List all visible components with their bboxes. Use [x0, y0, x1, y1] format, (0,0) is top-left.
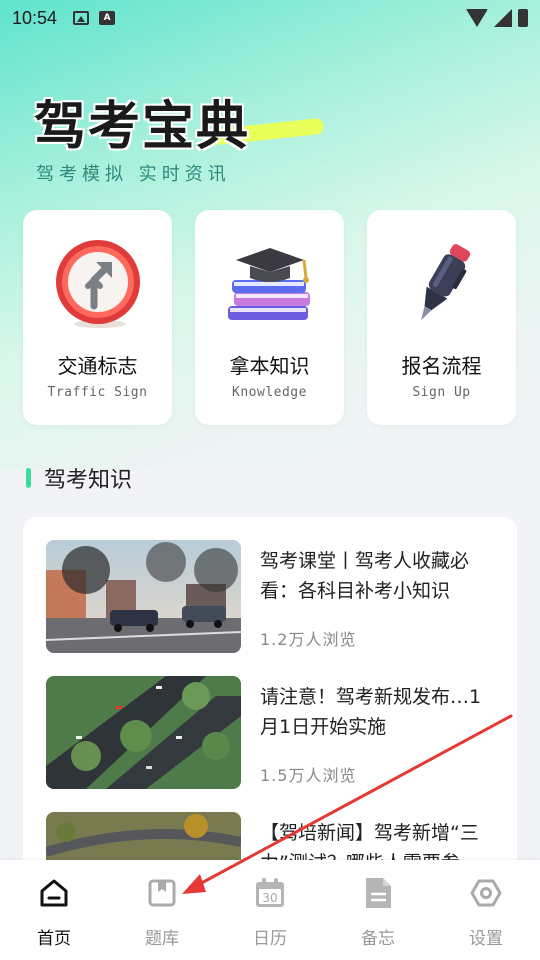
card-traffic-sign[interactable]: 交通标志 Traffic Sign	[23, 210, 172, 425]
street-cars-photo	[46, 540, 241, 653]
nav-memo[interactable]: 备忘	[324, 860, 432, 960]
card-title: 报名流程	[401, 354, 482, 378]
card-title: 拿本知识	[229, 354, 310, 378]
app-title: 驾考宝典	[34, 97, 251, 157]
app-subtitle: 驾考模拟 实时资讯	[36, 164, 231, 185]
section-header: 驾考知识	[26, 462, 132, 494]
wifi-icon	[466, 9, 488, 27]
hero-title-block: 驾考宝典	[34, 84, 325, 159]
card-title: 交通标志	[57, 354, 138, 378]
settings-icon	[469, 876, 503, 910]
news-views: 1.2万人浏览	[260, 630, 357, 649]
news-views: 1.5万人浏览	[260, 766, 357, 785]
status-time: 10:54	[12, 7, 58, 28]
traffic-sign-icon	[48, 234, 148, 334]
card-knowledge[interactable]: 拿本知识 Knowledge	[195, 210, 344, 425]
section-title: 驾考知识	[44, 468, 133, 493]
nav-label: 设置	[469, 929, 503, 949]
nav-settings[interactable]: 设置	[432, 860, 540, 960]
status-bar: 10:54 A	[0, 0, 540, 36]
calendar-icon: 30	[253, 876, 287, 910]
card-subtitle: Sign Up	[412, 385, 471, 400]
nav-label: 日历	[253, 929, 287, 949]
books-graduation-cap-icon	[220, 234, 320, 334]
home-icon	[37, 876, 71, 910]
news-title: 请注意！驾考新规发布…1月1日开始实施	[260, 686, 482, 738]
bottom-navigation: 首页 题库 30 日历 备忘 设置	[0, 860, 540, 960]
feature-cards: 交通标志 Traffic Sign 拿本知识 Knowledge 报名流程 Si…	[23, 210, 516, 425]
card-sign-up[interactable]: 报名流程 Sign Up	[367, 210, 516, 425]
nav-label: 备忘	[361, 929, 395, 949]
book-icon	[145, 876, 179, 910]
section-accent-bar	[26, 468, 31, 488]
calendar-day: 30	[262, 891, 277, 905]
nav-label: 题库	[145, 929, 179, 949]
signal-icon	[494, 9, 512, 27]
battery-icon	[518, 9, 528, 27]
card-subtitle: Traffic Sign	[47, 385, 148, 400]
nav-label: 首页	[37, 929, 71, 949]
nav-question-bank[interactable]: 题库	[108, 860, 216, 960]
news-list: 驾考课堂丨驾考人收藏必看：各科目补考小知识 1.2万人浏览 请注意！驾考新规发布…	[23, 517, 517, 877]
nav-calendar[interactable]: 30 日历	[216, 860, 324, 960]
highway-aerial-photo	[46, 676, 241, 789]
nav-home[interactable]: 首页	[0, 860, 108, 960]
pen-icon	[392, 234, 492, 334]
image-notification-icon	[73, 11, 90, 25]
document-icon	[361, 876, 395, 910]
news-item[interactable]: 驾考课堂丨驾考人收藏必看：各科目补考小知识 1.2万人浏览	[46, 540, 506, 655]
a-notification-icon: A	[99, 11, 116, 25]
news-item[interactable]: 请注意！驾考新规发布…1月1日开始实施 1.5万人浏览	[46, 676, 506, 791]
news-title: 驾考课堂丨驾考人收藏必看：各科目补考小知识	[260, 550, 470, 602]
card-subtitle: Knowledge	[232, 385, 307, 400]
